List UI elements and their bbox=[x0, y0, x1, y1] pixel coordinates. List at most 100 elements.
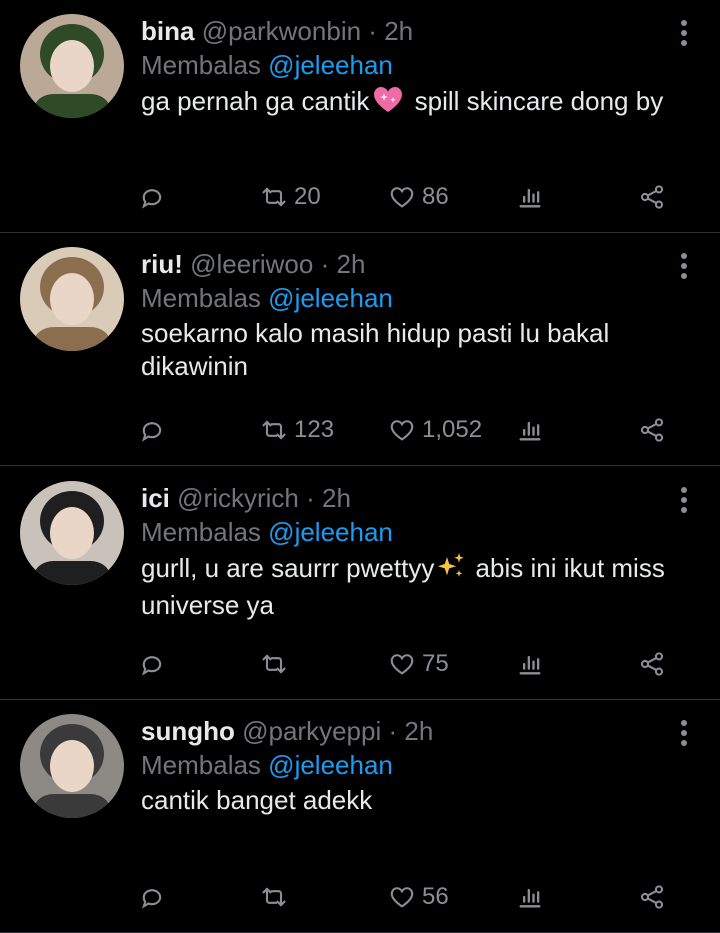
tweet-text-before: cantik banget adekk bbox=[141, 785, 373, 815]
mention-link[interactable]: @jeleehan bbox=[268, 283, 393, 313]
share-button[interactable] bbox=[638, 647, 666, 681]
replying-label: Membalas bbox=[141, 50, 261, 80]
reply-icon bbox=[141, 189, 162, 209]
user-handle[interactable]: @parkyeppi bbox=[242, 716, 381, 746]
share-button[interactable] bbox=[638, 413, 666, 447]
sparkling-heart-icon bbox=[371, 84, 405, 122]
display-name[interactable]: sungho bbox=[141, 716, 235, 746]
share-icon bbox=[640, 885, 664, 909]
tweet-text-after: spill skincare dong by bbox=[407, 86, 664, 116]
tweet-text: ga pernah ga cantik spill skincare dong … bbox=[141, 84, 671, 122]
like-count: 86 bbox=[422, 183, 449, 210]
timestamp[interactable]: 2h bbox=[404, 716, 433, 746]
like-count: 75 bbox=[422, 650, 449, 677]
share-button[interactable] bbox=[638, 180, 666, 214]
retweet-button[interactable] bbox=[260, 647, 294, 681]
mention-link[interactable]: @jeleehan bbox=[268, 750, 393, 780]
replying-label: Membalas bbox=[141, 283, 261, 313]
like-button[interactable]: 56 bbox=[388, 880, 449, 914]
view-analytics-button[interactable] bbox=[516, 180, 544, 214]
tweet-actions: 75 bbox=[138, 647, 680, 681]
heart-icon bbox=[390, 420, 414, 441]
retweet-button[interactable] bbox=[260, 880, 294, 914]
replying-label: Membalas bbox=[141, 517, 261, 547]
tweet[interactable]: bina @parkwonbin · 2h Membalas @jeleehan… bbox=[0, 0, 720, 233]
more-options-icon[interactable] bbox=[678, 487, 690, 517]
retweet-count: 20 bbox=[294, 183, 321, 210]
analytics-icon bbox=[519, 655, 541, 675]
tweet-body: sungho @parkyeppi · 2h Membalas @jeleeha… bbox=[141, 714, 660, 817]
tweet-text-before: soekarno kalo masih hidup pasti lu bakal… bbox=[141, 318, 610, 381]
like-count: 56 bbox=[422, 883, 449, 910]
avatar[interactable] bbox=[20, 247, 124, 351]
reply-icon bbox=[141, 422, 162, 442]
tweet-actions: 123 1,052 bbox=[138, 413, 680, 447]
timestamp[interactable]: 2h bbox=[322, 483, 351, 513]
replying-to: Membalas @jeleehan bbox=[141, 515, 660, 549]
separator: · bbox=[306, 483, 315, 513]
timestamp[interactable]: 2h bbox=[337, 249, 366, 279]
replying-label: Membalas bbox=[141, 750, 261, 780]
reply-button[interactable] bbox=[138, 180, 166, 214]
reply-button[interactable] bbox=[138, 413, 166, 447]
tweet[interactable]: sungho @parkyeppi · 2h Membalas @jeleeha… bbox=[0, 700, 720, 933]
mention-link[interactable]: @jeleehan bbox=[268, 517, 393, 547]
more-options-icon[interactable] bbox=[678, 20, 690, 50]
separator: · bbox=[368, 16, 377, 46]
avatar[interactable] bbox=[20, 14, 124, 118]
separator: · bbox=[388, 716, 398, 746]
like-count: 1,052 bbox=[422, 416, 483, 443]
tweet-text: cantik banget adekk bbox=[141, 784, 671, 817]
retweet-button[interactable]: 20 bbox=[260, 180, 321, 214]
tweet-header: sungho @parkyeppi · 2h bbox=[141, 714, 660, 748]
like-button[interactable]: 86 bbox=[388, 180, 449, 214]
view-analytics-button[interactable] bbox=[516, 413, 544, 447]
avatar[interactable] bbox=[20, 714, 124, 818]
display-name[interactable]: riu! bbox=[141, 249, 183, 279]
retweet-count: 123 bbox=[294, 416, 335, 443]
like-button[interactable]: 75 bbox=[388, 647, 449, 681]
reply-icon bbox=[141, 889, 162, 909]
separator: · bbox=[320, 249, 330, 279]
tweet[interactable]: riu! @leeriwoo · 2h Membalas @jeleehan s… bbox=[0, 233, 720, 466]
display-name[interactable]: ici bbox=[141, 483, 170, 513]
timestamp[interactable]: 2h bbox=[384, 16, 413, 46]
retweet-icon bbox=[262, 654, 286, 674]
replying-to: Membalas @jeleehan bbox=[141, 48, 660, 82]
mention-link[interactable]: @jeleehan bbox=[268, 50, 393, 80]
replying-to: Membalas @jeleehan bbox=[141, 281, 660, 315]
display-name[interactable]: bina bbox=[141, 16, 194, 46]
tweet-actions: 56 bbox=[138, 880, 680, 914]
like-button[interactable]: 1,052 bbox=[388, 413, 482, 447]
user-handle[interactable]: @rickyrich bbox=[177, 483, 299, 513]
reply-button[interactable] bbox=[138, 880, 166, 914]
retweet-button[interactable]: 123 bbox=[260, 413, 334, 447]
analytics-icon bbox=[519, 888, 541, 908]
avatar[interactable] bbox=[20, 481, 124, 585]
more-options-icon[interactable] bbox=[678, 720, 690, 750]
tweet-header: ici @rickyrich · 2h bbox=[141, 481, 660, 515]
more-options-icon[interactable] bbox=[678, 253, 690, 283]
reply-button[interactable] bbox=[138, 647, 166, 681]
heart-icon bbox=[390, 887, 414, 908]
user-handle[interactable]: @parkwonbin bbox=[202, 16, 361, 46]
reply-icon bbox=[141, 656, 162, 676]
user-handle[interactable]: @leeriwoo bbox=[190, 249, 313, 279]
view-analytics-button[interactable] bbox=[516, 647, 544, 681]
tweet-body: riu! @leeriwoo · 2h Membalas @jeleehan s… bbox=[141, 247, 660, 383]
retweet-icon bbox=[262, 187, 286, 207]
retweet-icon bbox=[262, 887, 286, 907]
tweet-text: soekarno kalo masih hidup pasti lu bakal… bbox=[141, 317, 671, 383]
tweet-text: gurll, u are saurrr pwettyy abis ini iku… bbox=[141, 551, 671, 622]
share-button[interactable] bbox=[638, 880, 666, 914]
analytics-icon bbox=[519, 421, 541, 441]
share-icon bbox=[640, 185, 664, 209]
tweet-body: bina @parkwonbin · 2h Membalas @jeleehan… bbox=[141, 14, 663, 122]
view-analytics-button[interactable] bbox=[516, 880, 544, 914]
tweet-header: riu! @leeriwoo · 2h bbox=[141, 247, 660, 281]
analytics-icon bbox=[519, 188, 541, 208]
tweet[interactable]: ici @rickyrich · 2h Membalas @jeleehan g… bbox=[0, 467, 720, 700]
tweet-header: bina @parkwonbin · 2h bbox=[141, 14, 660, 48]
share-icon bbox=[640, 652, 664, 676]
heart-icon bbox=[390, 187, 414, 208]
